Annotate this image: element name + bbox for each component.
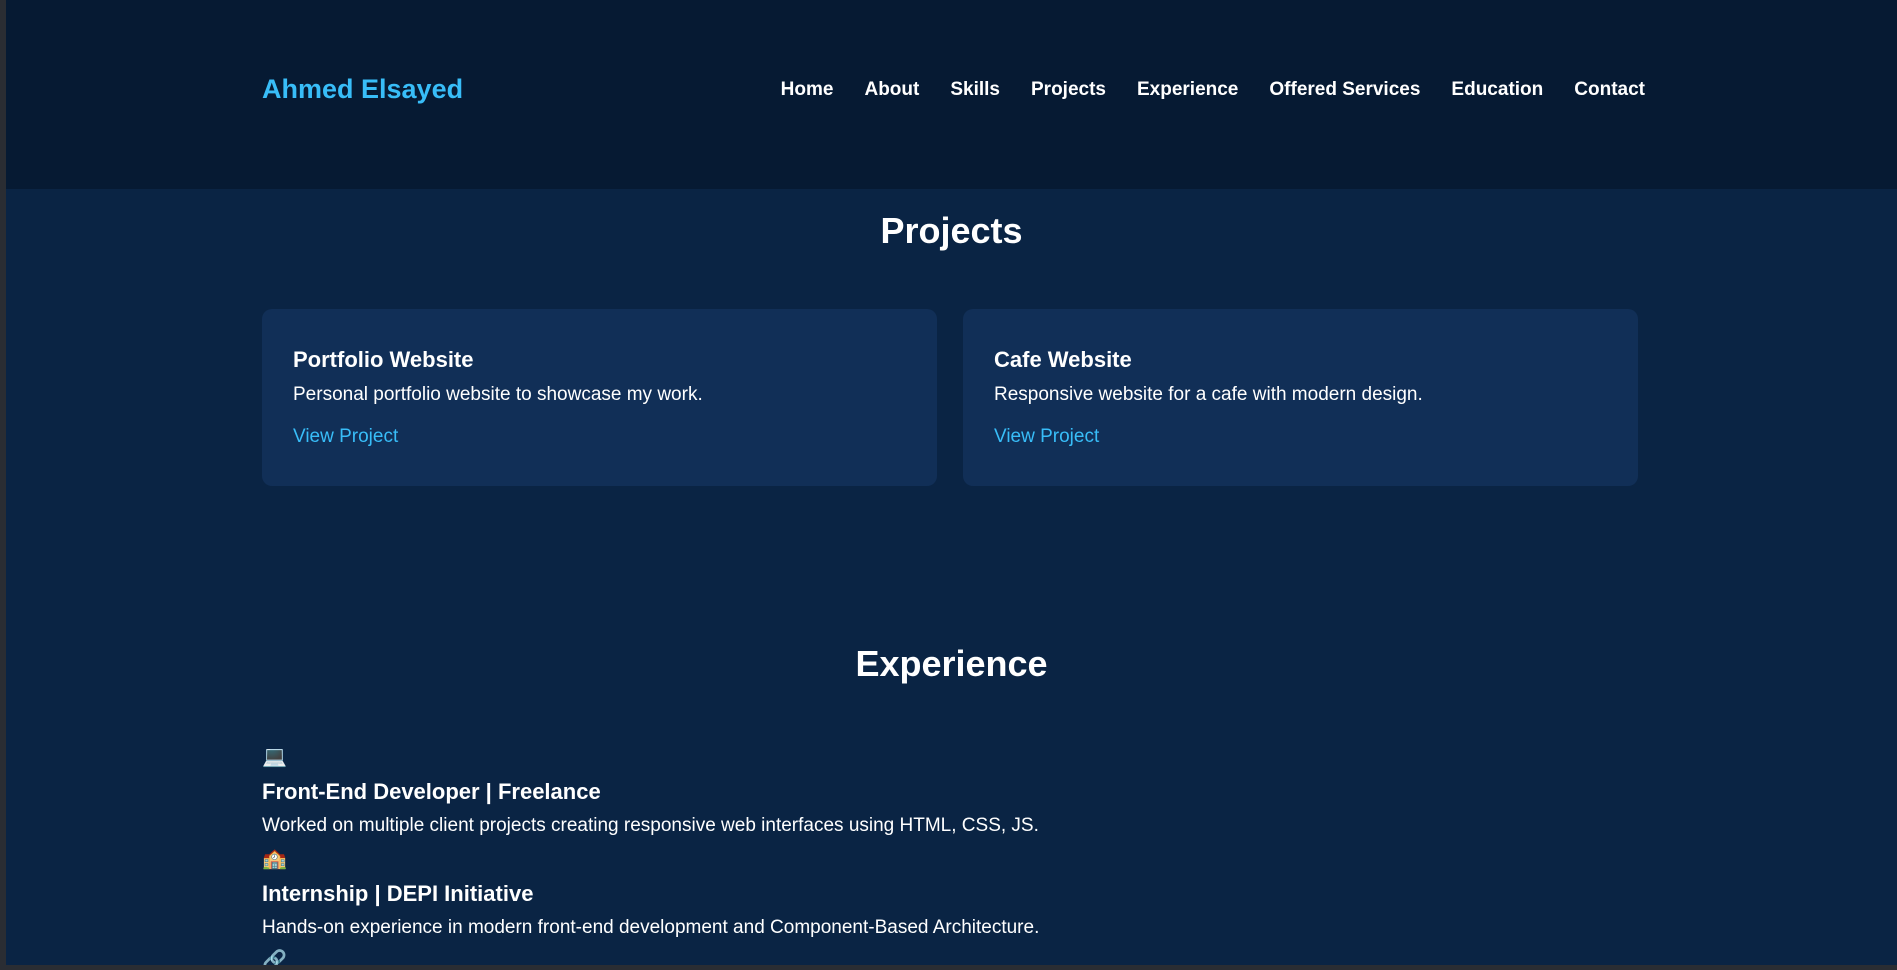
nav-offered-services[interactable]: Offered Services: [1269, 79, 1420, 101]
project-desc: Personal portfolio website to showcase m…: [293, 384, 703, 405]
page: Ahmed Elsayed Home About Skills Projects…: [6, 0, 1897, 965]
project-desc: Responsive website for a cafe with moder…: [994, 384, 1423, 405]
nav-experience[interactable]: Experience: [1137, 79, 1238, 101]
experience-item-desc: Hands-on experience in modern front-end …: [262, 917, 1040, 938]
view-project-link[interactable]: View Project: [293, 426, 398, 447]
laptop-icon: 💻: [262, 746, 287, 768]
logo-link[interactable]: Ahmed Elsayed: [262, 74, 463, 105]
project-title: Cafe Website: [994, 347, 1132, 372]
projects-title: Projects: [880, 210, 1023, 251]
school-icon: 🏫: [262, 848, 287, 870]
nav-skills[interactable]: Skills: [950, 79, 1000, 101]
view-project-link[interactable]: View Project: [994, 426, 1099, 447]
experience-item-title: Front-End Developer | Freelance: [262, 779, 601, 804]
project-card: Cafe Website Responsive website for a ca…: [963, 309, 1638, 486]
nav-home[interactable]: Home: [781, 79, 834, 101]
project-card: Portfolio Website Personal portfolio web…: [262, 309, 937, 486]
nav-projects[interactable]: Projects: [1031, 79, 1106, 101]
nav-education[interactable]: Education: [1451, 79, 1543, 101]
nav-about[interactable]: About: [864, 79, 919, 101]
main-nav: Home About Skills Projects Experience Of…: [781, 79, 1645, 101]
experience-item-desc: Worked on multiple client projects creat…: [262, 815, 1039, 836]
site-header: Ahmed Elsayed Home About Skills Projects…: [6, 0, 1897, 189]
nav-contact[interactable]: Contact: [1574, 79, 1645, 101]
experience-title: Experience: [855, 643, 1048, 684]
project-title: Portfolio Website: [293, 347, 474, 372]
experience-item-title: Internship | DEPI Initiative: [262, 881, 534, 906]
link-icon: 🔗: [262, 950, 287, 965]
experience-list: 💻 Front-End Developer | Freelance Worked…: [262, 740, 1039, 965]
